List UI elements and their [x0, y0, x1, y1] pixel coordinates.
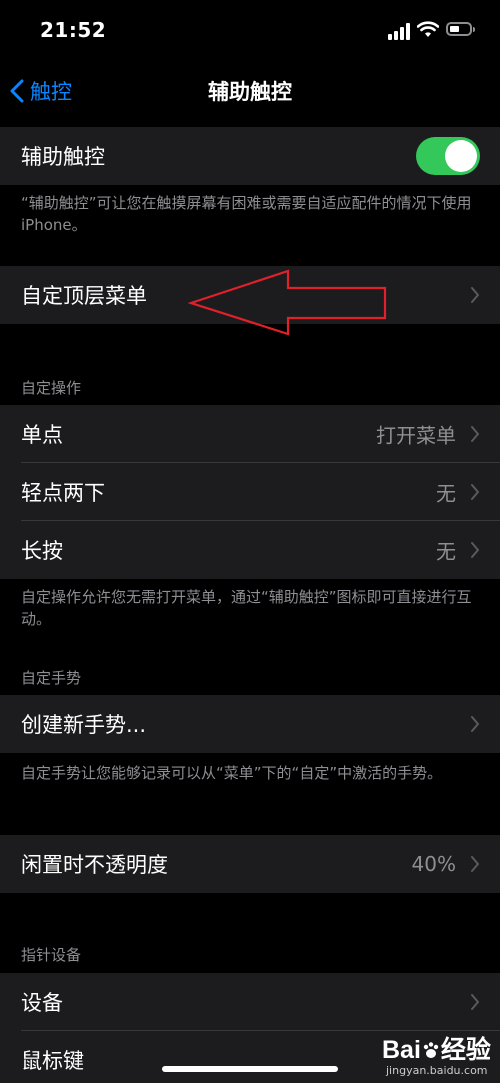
action-row-long-press[interactable]: 长按 无	[0, 521, 500, 579]
create-gesture-label: 创建新手势...	[21, 713, 147, 737]
devices-row[interactable]: 设备	[0, 973, 500, 1031]
action-value: 无	[436, 539, 456, 564]
battery-icon	[446, 22, 475, 36]
create-gesture-row[interactable]: 创建新手势...	[0, 695, 500, 753]
chevron-right-icon	[471, 287, 479, 303]
status-bar: 21:52	[0, 0, 500, 62]
customize-top-menu-row[interactable]: 自定顶层菜单	[0, 266, 500, 324]
action-value: 打开菜单	[376, 423, 456, 448]
toggle-knob	[445, 140, 477, 172]
paw-icon	[423, 1042, 439, 1058]
assistive-touch-toggle[interactable]	[416, 137, 480, 175]
custom-actions-header: 自定操作	[21, 379, 82, 397]
chevron-right-icon	[471, 856, 479, 872]
home-indicator	[162, 1066, 338, 1072]
baidu-jingyan-watermark: Bai 经验 jingyan.baidu.com	[382, 1026, 498, 1082]
action-row-single-tap[interactable]: 单点 打开菜单	[0, 405, 500, 463]
status-time: 21:52	[40, 18, 107, 42]
action-label: 轻点两下	[21, 481, 105, 505]
custom-gestures-header: 自定手势	[21, 669, 82, 687]
cellular-signal-icon	[388, 22, 412, 40]
watermark-url: jingyan.baidu.com	[386, 1064, 488, 1077]
page-title: 辅助触控	[208, 80, 292, 104]
watermark-logo: Bai 经验	[382, 1036, 491, 1064]
idle-opacity-row[interactable]: 闲置时不透明度 40%	[0, 835, 500, 893]
chevron-right-icon	[471, 994, 479, 1010]
assistive-touch-row: 辅助触控	[0, 127, 500, 185]
chevron-right-icon	[471, 484, 479, 500]
action-label: 长按	[21, 539, 63, 563]
chevron-right-icon	[471, 542, 479, 558]
action-row-double-tap[interactable]: 轻点两下 无	[0, 463, 500, 521]
pointer-devices-header: 指针设备	[21, 946, 82, 964]
mouse-keys-label: 鼠标键	[21, 1049, 84, 1073]
chevron-right-icon	[471, 426, 479, 442]
customize-top-menu-label: 自定顶层菜单	[21, 284, 147, 308]
assistive-touch-label: 辅助触控	[21, 145, 105, 169]
idle-opacity-value: 40%	[411, 852, 456, 876]
idle-opacity-label: 闲置时不透明度	[21, 853, 168, 877]
custom-gestures-footer: 自定手势让您能够记录可以从“菜单”下的“自定”中激活的手势。	[21, 764, 443, 782]
action-value: 无	[436, 481, 456, 506]
action-label: 单点	[21, 423, 63, 447]
wifi-icon	[417, 21, 439, 37]
navigation-bar: 触控 辅助触控	[0, 62, 500, 120]
devices-label: 设备	[21, 991, 63, 1015]
chevron-right-icon	[471, 716, 479, 732]
custom-actions-footer: 自定操作允许您无需打开菜单，通过“辅助触控”图标即可直接进行互动。	[21, 588, 472, 628]
assistive-touch-footer: “辅助触控”可让您在触摸屏幕有困难或需要自适应配件的情况下使用iPhone。	[21, 194, 472, 234]
